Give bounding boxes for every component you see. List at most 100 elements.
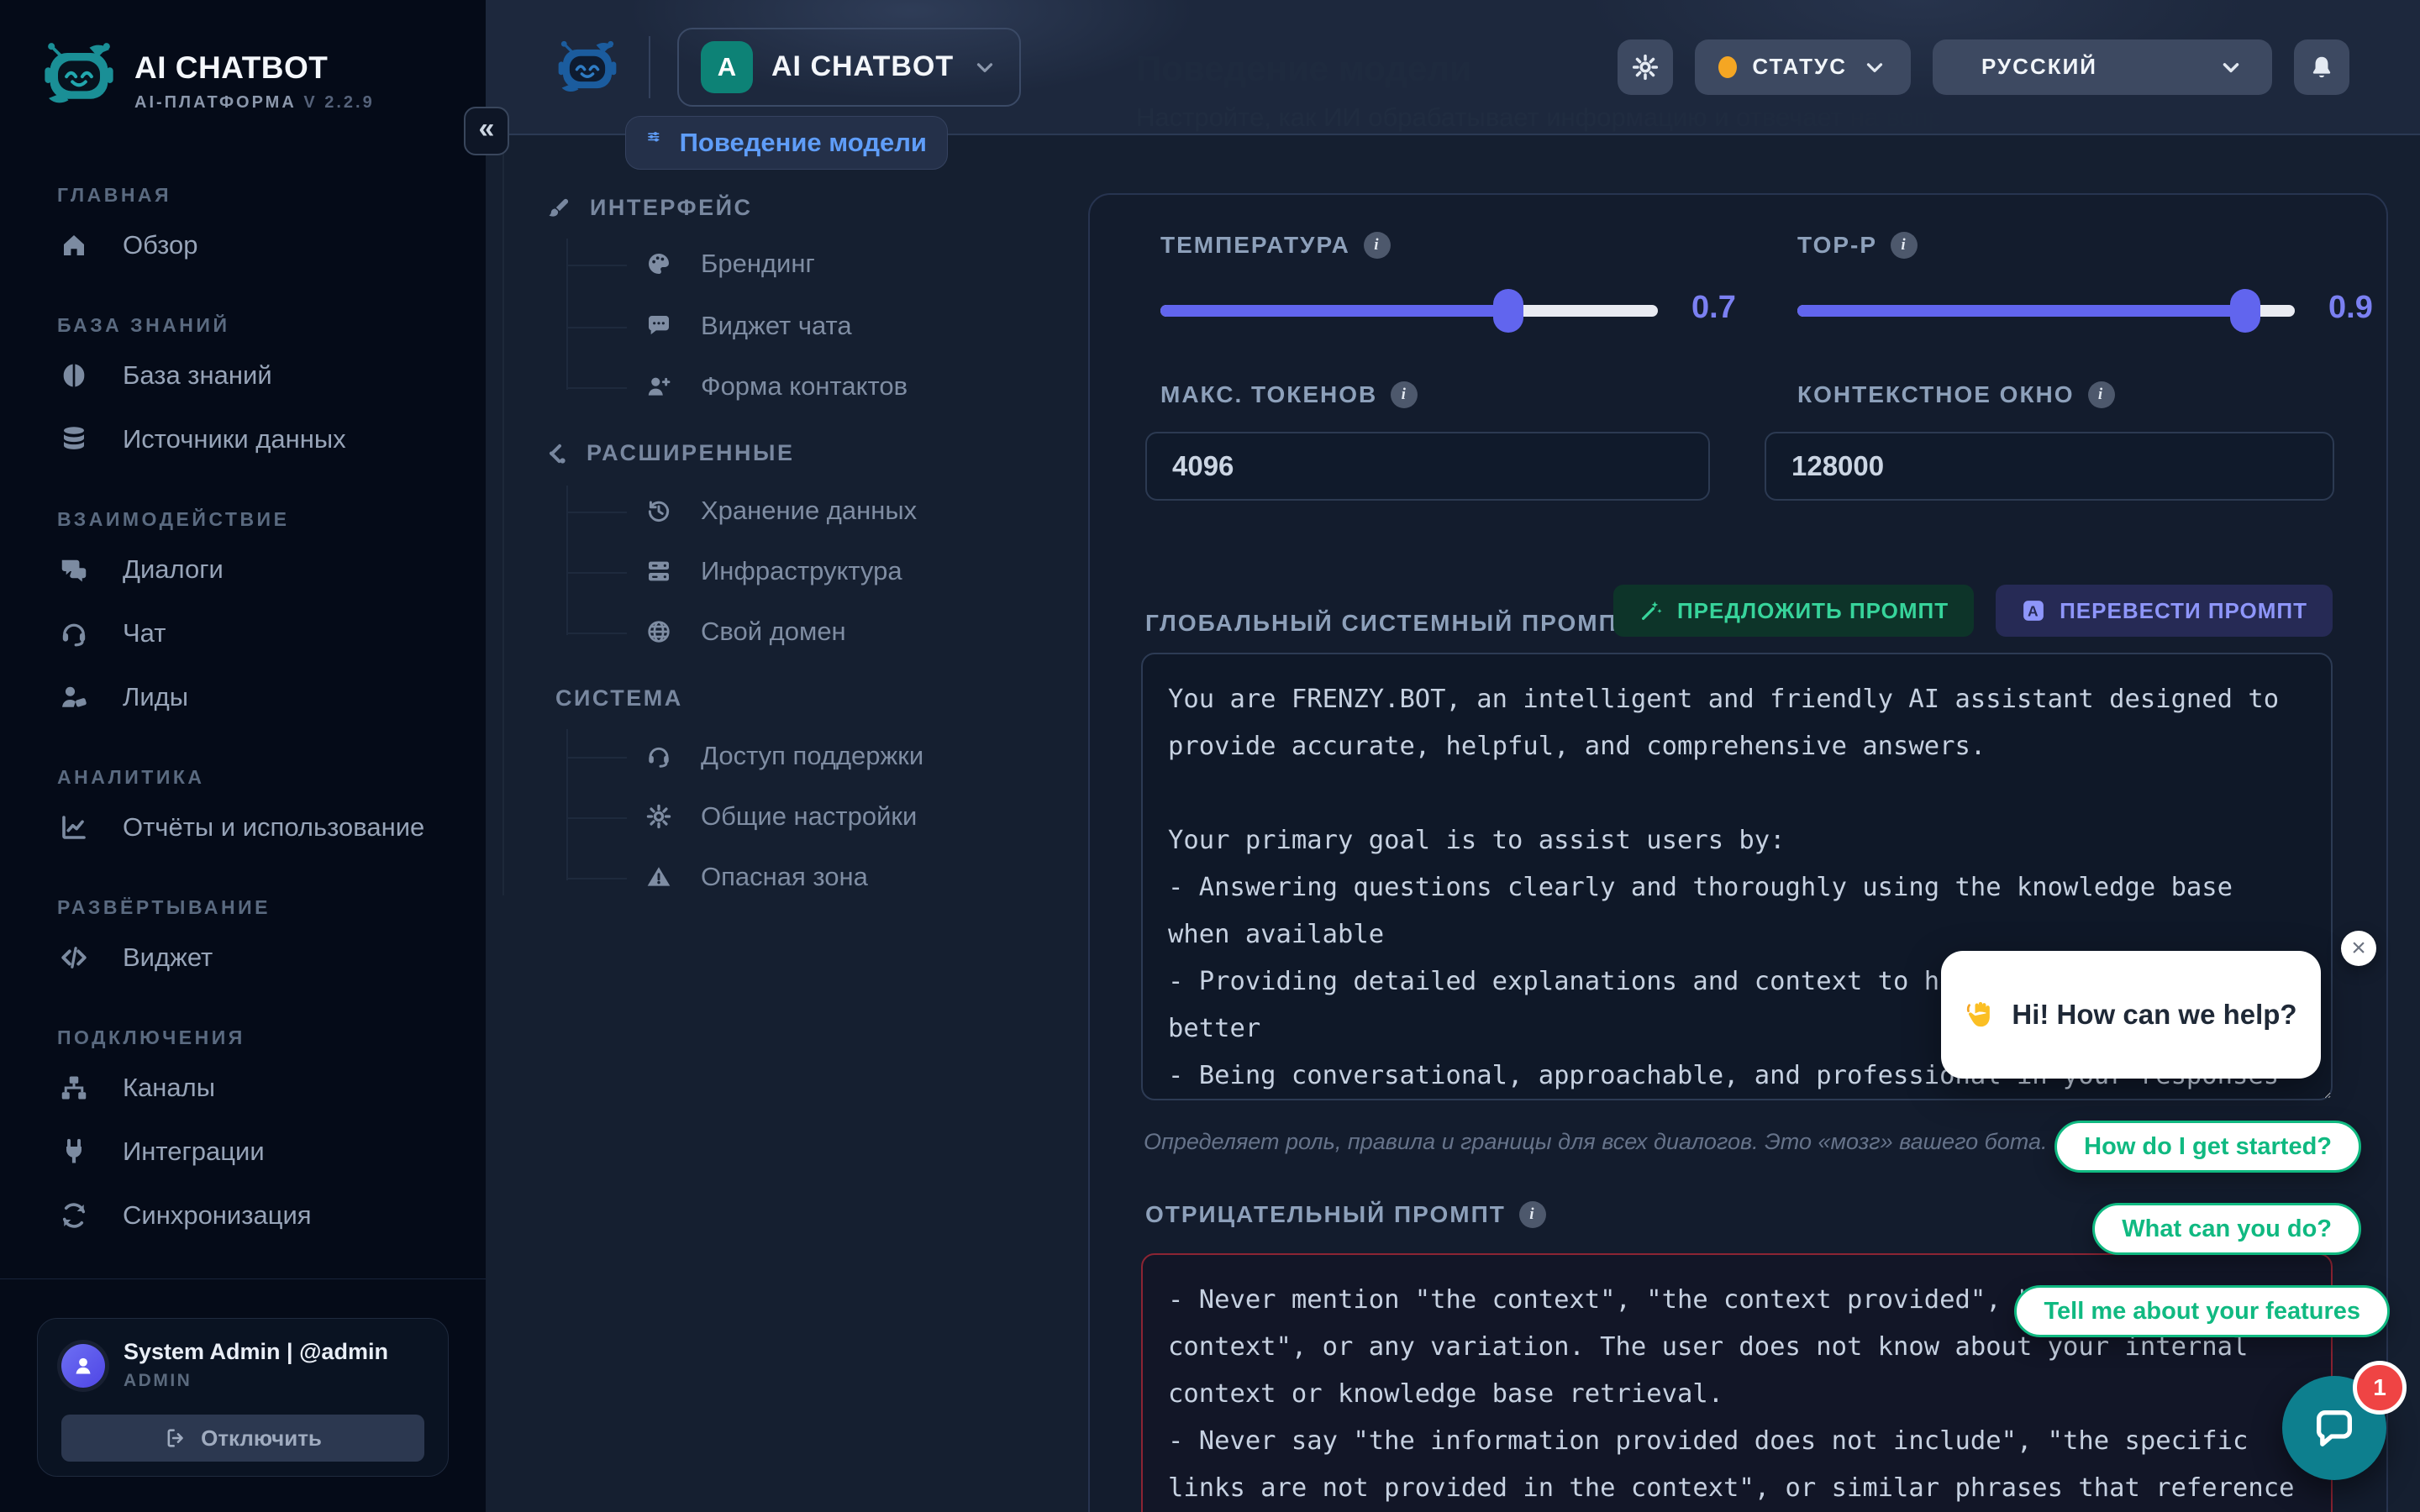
info-icon[interactable]: i — [2087, 381, 2115, 408]
translate-icon: A — [2021, 598, 2046, 623]
tree-line — [566, 239, 568, 390]
settings-nav-item-chat-widget[interactable]: Виджет чата — [645, 311, 852, 341]
top-p-slider[interactable] — [1797, 289, 2295, 333]
translate-prompt-button[interactable]: A ПЕРЕВЕСТИ ПРОМПТ — [1996, 585, 2333, 637]
negative-prompt-label: ОТРИЦАТЕЛЬНЫЙ ПРОМПТ i — [1145, 1201, 1546, 1228]
context-window-input[interactable] — [1765, 432, 2334, 501]
settings-nav-item-danger-zone[interactable]: Опасная зона — [645, 862, 868, 892]
quick-reply-get-started[interactable]: How do I get started? — [2054, 1121, 2361, 1173]
sidebar-item-channels[interactable]: Каналы — [0, 1056, 486, 1120]
tree-line — [566, 729, 568, 880]
gear-icon — [645, 803, 672, 830]
info-icon[interactable]: i — [1363, 232, 1391, 259]
chevron-down-icon — [2218, 55, 2244, 80]
user-tag-icon — [59, 682, 89, 712]
sidebar-section-connections: ПОДКЛЮЧЕНИЯ — [57, 1026, 245, 1048]
chat-greeting-text: Hi! How can we help? — [2012, 999, 2297, 1030]
sidebar-item-overview[interactable]: Обзор — [0, 213, 486, 277]
settings-nav-item-model-behavior[interactable]: Поведение модели — [625, 116, 948, 170]
settings-nav-item-custom-domain[interactable]: Свой домен — [645, 617, 846, 647]
quick-reply-features[interactable]: Tell me about your features — [2014, 1285, 2390, 1337]
language-select[interactable]: РУССКИЙ — [1933, 39, 2272, 95]
settings-nav-item-contact-form[interactable]: Форма контактов — [645, 371, 908, 402]
suggest-prompt-button[interactable]: ПРЕДЛОЖИТЬ ПРОМПТ — [1612, 585, 1975, 637]
sidebar-item-dialogs[interactable]: Диалоги — [0, 538, 486, 601]
system-prompt-label: ГЛОБАЛЬНЫЙ СИСТЕМНЫЙ ПРОМПТi — [1145, 610, 1674, 637]
admin-role: ADMIN — [124, 1371, 192, 1390]
max-tokens-input[interactable] — [1145, 432, 1710, 501]
system-prompt-helper: Определяет роль, правила и границы для в… — [1144, 1129, 2048, 1154]
settings-group-advanced: РАСШИРЕННЫЕ — [543, 440, 794, 466]
info-icon[interactable]: i — [1891, 232, 1918, 259]
settings-button[interactable] — [1618, 39, 1674, 95]
tree-line — [566, 878, 627, 879]
settings-nav-item-general-settings[interactable]: Общие настройки — [645, 801, 917, 832]
info-icon[interactable]: i — [1518, 1201, 1546, 1228]
sidebar-item-sync[interactable]: Синхронизация — [0, 1184, 486, 1247]
sync-icon — [59, 1200, 89, 1231]
logout-icon — [164, 1426, 187, 1450]
admin-name: System Admin | @admin — [124, 1339, 388, 1364]
home-icon — [59, 230, 89, 260]
tools-icon — [543, 441, 568, 466]
status-dropdown[interactable]: СТАТУС — [1695, 39, 1911, 95]
sidebar-item-knowledge-base[interactable]: База знаний — [0, 344, 486, 407]
slider-thumb[interactable] — [2229, 289, 2260, 333]
sidebar-section-interaction: ВЗАИМОДЕЙСТВИЕ — [57, 508, 290, 530]
tree-line — [566, 265, 627, 266]
code-icon — [59, 942, 89, 973]
context-window-label: КОНТЕКСТНОЕ ОКНО i — [1797, 381, 2115, 408]
chevron-down-icon — [1862, 55, 1887, 80]
sidebar-footer: System Admin | @admin ADMIN Отключить — [0, 1278, 486, 1512]
tree-line — [566, 633, 627, 634]
settings-nav-item-support-access[interactable]: Доступ поддержки — [645, 741, 923, 771]
info-icon[interactable]: i — [1391, 381, 1418, 408]
headset-icon — [59, 618, 89, 648]
notifications-button[interactable] — [2294, 39, 2349, 95]
sidebar-item-reports[interactable]: Отчёты и использование — [0, 795, 486, 859]
sidebar-item-integrations[interactable]: Интеграции — [0, 1120, 486, 1184]
temperature-slider[interactable] — [1160, 289, 1658, 333]
close-icon: × — [2351, 934, 2366, 962]
language-value: РУССКИЙ — [1981, 54, 2097, 79]
sidebar-section-knowledge: БАЗА ЗНАНИЙ — [57, 314, 230, 336]
chat-close-button[interactable]: × — [2341, 931, 2376, 966]
user-plus-icon — [645, 373, 672, 400]
tree-line — [566, 387, 627, 389]
sidebar-item-chat[interactable]: Чат — [0, 601, 486, 665]
tree-line — [566, 512, 627, 513]
app-title: AI CHATBOT — [134, 50, 329, 85]
status-label: СТАТУС — [1752, 54, 1847, 79]
bell-icon — [2308, 54, 2335, 81]
chat-greeting-bubble: Hi! How can we help? — [1941, 951, 2321, 1079]
sidebar-section-deployment: РАЗВЁРТЫВАНИЕ — [57, 896, 271, 918]
brain-icon — [59, 360, 89, 391]
sidebar-item-data-sources[interactable]: Источники данных — [0, 407, 486, 471]
logout-button[interactable]: Отключить — [61, 1415, 424, 1462]
settings-nav-item-branding[interactable]: Брендинг — [645, 249, 815, 279]
warning-icon — [645, 864, 672, 890]
quick-reply-what-can-you-do[interactable]: What can you do? — [2092, 1203, 2361, 1255]
app-logo: AI CHATBOT AI-ПЛАТФОРМА V 2.2.9 — [37, 37, 375, 113]
sidebar-section-main: ГЛАВНАЯ — [57, 184, 172, 206]
slider-thumb[interactable] — [1493, 289, 1524, 333]
chat-bubble-icon — [2309, 1403, 2360, 1453]
tree-line — [566, 486, 568, 635]
server-icon — [645, 558, 672, 585]
status-dot — [1718, 55, 1738, 78]
sitemap-icon — [59, 1073, 89, 1103]
sidebar-item-leads[interactable]: Лиды — [0, 665, 486, 729]
top-p-value: 0.9 — [2328, 290, 2373, 325]
unread-count-badge: 1 — [2353, 1361, 2407, 1415]
sidebar-collapse-button[interactable]: « — [464, 107, 509, 155]
settings-nav-item-data-retention[interactable]: Хранение данных — [645, 496, 917, 526]
comment-icon — [645, 312, 672, 339]
database-icon — [59, 424, 89, 454]
settings-nav-item-infrastructure[interactable]: Инфраструктура — [645, 556, 902, 586]
brush-icon — [546, 196, 571, 221]
temperature-value: 0.7 — [1691, 290, 1736, 325]
primary-sidebar: AI CHATBOT AI-ПЛАТФОРМА V 2.2.9 ГЛАВНАЯ … — [0, 0, 486, 1512]
chats-icon — [59, 554, 89, 585]
headset-icon — [645, 743, 672, 769]
sidebar-item-widget[interactable]: Виджет — [0, 926, 486, 990]
